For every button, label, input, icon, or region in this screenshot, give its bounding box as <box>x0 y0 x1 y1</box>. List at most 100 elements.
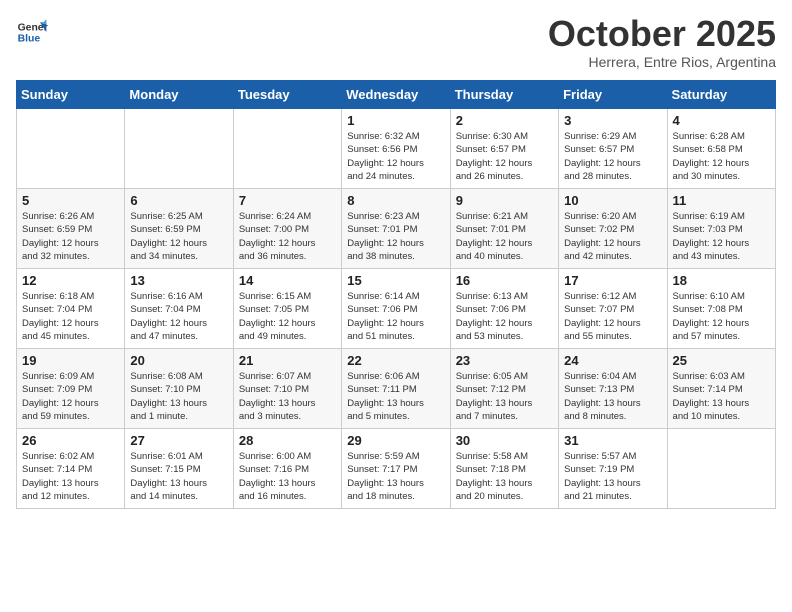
day-info: Sunrise: 6:21 AMSunset: 7:01 PMDaylight:… <box>456 210 553 263</box>
day-info: Sunrise: 6:18 AMSunset: 7:04 PMDaylight:… <box>22 290 119 343</box>
day-header-tuesday: Tuesday <box>233 81 341 109</box>
day-info: Sunrise: 6:06 AMSunset: 7:11 PMDaylight:… <box>347 370 444 423</box>
day-info: Sunrise: 6:16 AMSunset: 7:04 PMDaylight:… <box>130 290 227 343</box>
day-cell: 20 Sunrise: 6:08 AMSunset: 7:10 PMDayligh… <box>125 349 233 429</box>
day-cell: 5 Sunrise: 6:26 AMSunset: 6:59 PMDaylight… <box>17 189 125 269</box>
day-header-wednesday: Wednesday <box>342 81 450 109</box>
day-number: 14 <box>239 273 336 288</box>
day-info: Sunrise: 6:30 AMSunset: 6:57 PMDaylight:… <box>456 130 553 183</box>
header: General Blue October 2025 Herrera, Entre… <box>16 16 776 70</box>
week-row-4: 19Sunrise: 6:09 AMSunset: 7:09 PMDayligh… <box>17 349 776 429</box>
day-info: Sunrise: 6:00 AMSunset: 7:16 PMDaylight:… <box>239 450 336 503</box>
day-info: Sunrise: 5:57 AMSunset: 7:19 PMDaylight:… <box>564 450 661 503</box>
calendar: SundayMondayTuesdayWednesdayThursdayFrid… <box>16 80 776 509</box>
day-cell <box>667 429 775 509</box>
day-header-sunday: Sunday <box>17 81 125 109</box>
day-cell: 25 Sunrise: 6:03 AMSunset: 7:14 PMDayligh… <box>667 349 775 429</box>
day-cell: 28 Sunrise: 6:00 AMSunset: 7:16 PMDayligh… <box>233 429 341 509</box>
day-number: 1 <box>347 113 444 128</box>
day-info: Sunrise: 6:10 AMSunset: 7:08 PMDaylight:… <box>673 290 770 343</box>
day-cell: 31Sunrise: 5:57 AMSunset: 7:19 PMDayligh… <box>559 429 667 509</box>
day-cell: 14 Sunrise: 6:15 AMSunset: 7:05 PMDayligh… <box>233 269 341 349</box>
day-cell: 10 Sunrise: 6:20 AMSunset: 7:02 PMDayligh… <box>559 189 667 269</box>
svg-text:Blue: Blue <box>18 34 41 45</box>
day-cell: 30 Sunrise: 5:58 AMSunset: 7:18 PMDayligh… <box>450 429 558 509</box>
day-number: 8 <box>347 193 444 208</box>
day-info: Sunrise: 6:07 AMSunset: 7:10 PMDaylight:… <box>239 370 336 423</box>
day-cell: 24 Sunrise: 6:04 AMSunset: 7:13 PMDayligh… <box>559 349 667 429</box>
day-header-monday: Monday <box>125 81 233 109</box>
day-cell: 7Sunrise: 6:24 AMSunset: 7:00 PMDaylight… <box>233 189 341 269</box>
day-number: 9 <box>456 193 553 208</box>
day-cell: 9 Sunrise: 6:21 AMSunset: 7:01 PMDaylight… <box>450 189 558 269</box>
day-number: 7 <box>239 193 336 208</box>
day-info: Sunrise: 6:23 AMSunset: 7:01 PMDaylight:… <box>347 210 444 263</box>
week-row-2: 5 Sunrise: 6:26 AMSunset: 6:59 PMDaylight… <box>17 189 776 269</box>
week-row-3: 12 Sunrise: 6:18 AMSunset: 7:04 PMDayligh… <box>17 269 776 349</box>
day-info: Sunrise: 6:14 AMSunset: 7:06 PMDaylight:… <box>347 290 444 343</box>
day-number: 23 <box>456 353 553 368</box>
day-header-saturday: Saturday <box>667 81 775 109</box>
day-number: 2 <box>456 113 553 128</box>
day-header-thursday: Thursday <box>450 81 558 109</box>
day-info: Sunrise: 6:12 AMSunset: 7:07 PMDaylight:… <box>564 290 661 343</box>
day-cell <box>233 109 341 189</box>
day-cell: 1Sunrise: 6:32 AMSunset: 6:56 PMDaylight… <box>342 109 450 189</box>
day-info: Sunrise: 6:04 AMSunset: 7:13 PMDaylight:… <box>564 370 661 423</box>
day-number: 29 <box>347 433 444 448</box>
day-cell <box>125 109 233 189</box>
day-cell: 22 Sunrise: 6:06 AMSunset: 7:11 PMDayligh… <box>342 349 450 429</box>
day-info: Sunrise: 5:58 AMSunset: 7:18 PMDaylight:… <box>456 450 553 503</box>
day-number: 13 <box>130 273 227 288</box>
day-cell <box>17 109 125 189</box>
day-number: 16 <box>456 273 553 288</box>
day-info: Sunrise: 6:19 AMSunset: 7:03 PMDaylight:… <box>673 210 770 263</box>
day-cell: 12 Sunrise: 6:18 AMSunset: 7:04 PMDayligh… <box>17 269 125 349</box>
day-number: 12 <box>22 273 119 288</box>
day-cell: 26Sunrise: 6:02 AMSunset: 7:14 PMDayligh… <box>17 429 125 509</box>
day-info: Sunrise: 6:28 AMSunset: 6:58 PMDaylight:… <box>673 130 770 183</box>
day-headers: SundayMondayTuesdayWednesdayThursdayFrid… <box>17 81 776 109</box>
day-cell: 4Sunrise: 6:28 AMSunset: 6:58 PMDaylight… <box>667 109 775 189</box>
title-area: October 2025 Herrera, Entre Rios, Argent… <box>548 16 776 70</box>
day-cell: 15 Sunrise: 6:14 AMSunset: 7:06 PMDayligh… <box>342 269 450 349</box>
day-info: Sunrise: 6:25 AMSunset: 6:59 PMDaylight:… <box>130 210 227 263</box>
day-info: Sunrise: 6:26 AMSunset: 6:59 PMDaylight:… <box>22 210 119 263</box>
day-info: Sunrise: 6:13 AMSunset: 7:06 PMDaylight:… <box>456 290 553 343</box>
day-info: Sunrise: 6:05 AMSunset: 7:12 PMDaylight:… <box>456 370 553 423</box>
day-info: Sunrise: 6:02 AMSunset: 7:14 PMDaylight:… <box>22 450 119 503</box>
day-cell: 23 Sunrise: 6:05 AMSunset: 7:12 PMDayligh… <box>450 349 558 429</box>
day-cell: 27Sunrise: 6:01 AMSunset: 7:15 PMDayligh… <box>125 429 233 509</box>
day-cell: 17 Sunrise: 6:12 AMSunset: 7:07 PMDayligh… <box>559 269 667 349</box>
day-info: Sunrise: 6:15 AMSunset: 7:05 PMDaylight:… <box>239 290 336 343</box>
day-cell: 29 Sunrise: 5:59 AMSunset: 7:17 PMDayligh… <box>342 429 450 509</box>
week-row-5: 26Sunrise: 6:02 AMSunset: 7:14 PMDayligh… <box>17 429 776 509</box>
day-number: 5 <box>22 193 119 208</box>
day-number: 28 <box>239 433 336 448</box>
day-header-friday: Friday <box>559 81 667 109</box>
day-number: 25 <box>673 353 770 368</box>
day-cell: 6 Sunrise: 6:25 AMSunset: 6:59 PMDaylight… <box>125 189 233 269</box>
day-number: 30 <box>456 433 553 448</box>
day-number: 27 <box>130 433 227 448</box>
day-info: Sunrise: 6:09 AMSunset: 7:09 PMDaylight:… <box>22 370 119 423</box>
day-number: 17 <box>564 273 661 288</box>
day-number: 24 <box>564 353 661 368</box>
day-cell: 16 Sunrise: 6:13 AMSunset: 7:06 PMDayligh… <box>450 269 558 349</box>
logo: General Blue <box>16 16 48 48</box>
week-row-1: 1Sunrise: 6:32 AMSunset: 6:56 PMDaylight… <box>17 109 776 189</box>
day-info: Sunrise: 6:20 AMSunset: 7:02 PMDaylight:… <box>564 210 661 263</box>
day-info: Sunrise: 6:03 AMSunset: 7:14 PMDaylight:… <box>673 370 770 423</box>
day-number: 15 <box>347 273 444 288</box>
day-number: 21 <box>239 353 336 368</box>
day-number: 22 <box>347 353 444 368</box>
day-info: Sunrise: 6:08 AMSunset: 7:10 PMDaylight:… <box>130 370 227 423</box>
day-info: Sunrise: 5:59 AMSunset: 7:17 PMDaylight:… <box>347 450 444 503</box>
day-number: 11 <box>673 193 770 208</box>
month-title: October 2025 <box>548 16 776 52</box>
day-info: Sunrise: 6:29 AMSunset: 6:57 PMDaylight:… <box>564 130 661 183</box>
day-number: 6 <box>130 193 227 208</box>
day-number: 20 <box>130 353 227 368</box>
day-cell: 11 Sunrise: 6:19 AMSunset: 7:03 PMDayligh… <box>667 189 775 269</box>
day-number: 10 <box>564 193 661 208</box>
